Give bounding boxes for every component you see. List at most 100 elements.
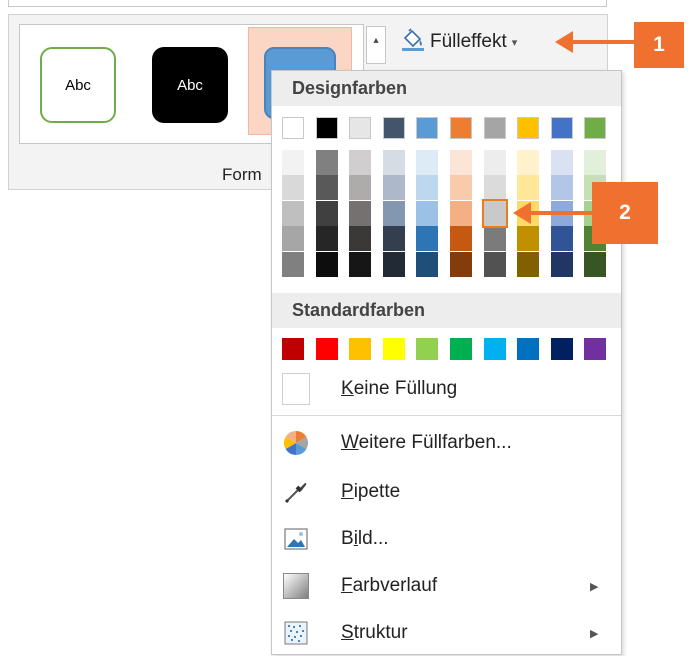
eyedropper-icon	[282, 478, 310, 506]
theme-color-swatch[interactable]	[315, 117, 338, 139]
fill-effect-label: Fülleffekt	[430, 31, 507, 52]
group-label: Form	[222, 165, 262, 184]
theme-shade-swatch[interactable]	[382, 150, 405, 175]
thumb-label: Abc	[65, 76, 91, 94]
theme-color-swatch[interactable]	[349, 117, 372, 139]
empty-square-icon	[282, 373, 310, 405]
theme-shade-swatch[interactable]	[517, 175, 540, 201]
theme-shade-swatch[interactable]	[315, 251, 338, 277]
eyedropper-label: Pipette	[341, 481, 401, 502]
theme-shade-swatch[interactable]	[416, 251, 439, 277]
chevron-down-icon: ▾	[511, 36, 518, 49]
gradient-square-icon	[282, 572, 310, 600]
theme-color-swatch[interactable]	[483, 117, 506, 139]
gradient-item[interactable]: Farbverlauf ▶	[272, 563, 621, 609]
theme-shade-swatch[interactable]	[517, 226, 540, 252]
theme-shade-swatch[interactable]	[450, 200, 472, 226]
standard-color-swatch[interactable]	[282, 338, 304, 360]
more-fill-colors-item[interactable]: Weitere Füllfarben...	[272, 420, 621, 466]
standard-color-swatch[interactable]	[450, 338, 472, 360]
theme-color-swatch[interactable]	[550, 117, 573, 139]
shape-style-thumb-outline-green[interactable]: Abc	[40, 47, 116, 123]
theme-shade-swatch[interactable]	[282, 200, 304, 226]
theme-shade-swatch[interactable]	[481, 198, 508, 228]
theme-shade-swatch[interactable]	[483, 251, 506, 277]
eyedropper-item[interactable]: Pipette	[272, 469, 621, 515]
picture-fill-item[interactable]: Bild...	[272, 516, 621, 562]
theme-shade-swatch[interactable]	[483, 226, 506, 252]
fill-effect-button[interactable]: Fülleffekt ▾	[400, 25, 517, 59]
theme-shade-swatch[interactable]	[483, 175, 506, 201]
more-fill-colors-label: Weitere Füllfarben...	[341, 432, 512, 453]
theme-shade-swatch[interactable]	[416, 226, 439, 252]
color-wheel-icon	[282, 429, 310, 457]
picture-icon	[282, 525, 310, 553]
no-fill-item[interactable]: Keine Füllung	[272, 366, 621, 412]
theme-shade-swatch[interactable]	[550, 251, 573, 277]
theme-shade-swatch[interactable]	[450, 150, 472, 175]
theme-shade-swatch[interactable]	[382, 175, 405, 201]
theme-shade-swatch[interactable]	[349, 200, 372, 226]
theme-shade-swatch[interactable]	[483, 150, 506, 175]
shape-style-thumb-black[interactable]: Abc	[152, 47, 228, 123]
standard-color-swatch[interactable]	[550, 338, 573, 360]
theme-shade-swatch[interactable]	[315, 175, 338, 201]
theme-color-swatch[interactable]	[382, 117, 405, 139]
design-colors-header: Designfarben	[272, 71, 621, 106]
texture-icon	[282, 619, 310, 647]
theme-shade-swatch[interactable]	[517, 150, 540, 175]
chevron-up-icon: ▴	[373, 35, 379, 46]
standard-colors-header: Standardfarben	[272, 293, 621, 328]
theme-shade-swatch[interactable]	[584, 251, 607, 277]
standard-color-swatch[interactable]	[584, 338, 607, 360]
theme-shade-swatch[interactable]	[315, 226, 338, 252]
standard-color-swatch[interactable]	[483, 338, 506, 360]
theme-shade-swatch[interactable]	[550, 226, 573, 252]
texture-item[interactable]: Struktur ▶	[272, 610, 621, 656]
theme-shade-swatch[interactable]	[349, 251, 372, 277]
theme-shade-swatch[interactable]	[382, 251, 405, 277]
theme-color-swatch[interactable]	[282, 117, 304, 139]
standard-color-swatch[interactable]	[382, 338, 405, 360]
theme-shade-swatch[interactable]	[315, 150, 338, 175]
theme-shade-swatch[interactable]	[517, 251, 540, 277]
no-fill-label: Keine Füllung	[341, 378, 458, 399]
callout-arrow-line	[570, 40, 634, 44]
theme-shade-swatch[interactable]	[282, 175, 304, 201]
standard-color-swatch[interactable]	[517, 338, 540, 360]
theme-shade-swatch[interactable]	[282, 251, 304, 277]
menu-separator	[272, 415, 621, 416]
thumb-label: Abc	[177, 76, 203, 94]
theme-color-swatch[interactable]	[416, 117, 439, 139]
standard-color-swatch[interactable]	[315, 338, 338, 360]
theme-color-swatch[interactable]	[584, 117, 607, 139]
theme-shade-swatch[interactable]	[382, 226, 405, 252]
gradient-label: Farbverlauf	[341, 575, 438, 596]
standard-color-swatch[interactable]	[416, 338, 439, 360]
theme-color-swatch[interactable]	[450, 117, 472, 139]
theme-shade-swatch[interactable]	[450, 175, 472, 201]
theme-shade-swatch[interactable]	[550, 175, 573, 201]
theme-shade-swatch[interactable]	[349, 175, 372, 201]
theme-shade-swatch[interactable]	[584, 150, 607, 175]
theme-color-swatch[interactable]	[517, 117, 540, 139]
theme-shade-swatch[interactable]	[282, 150, 304, 175]
theme-shade-swatch[interactable]	[349, 150, 372, 175]
theme-shade-swatch[interactable]	[416, 200, 439, 226]
theme-shade-swatch[interactable]	[282, 226, 304, 252]
theme-shade-swatch[interactable]	[450, 226, 472, 252]
submenu-arrow-icon: ▶	[590, 580, 599, 593]
theme-shade-swatch[interactable]	[382, 200, 405, 226]
theme-shade-swatch[interactable]	[550, 150, 573, 175]
theme-shade-swatch[interactable]	[450, 251, 472, 277]
standard-color-swatch[interactable]	[349, 338, 372, 360]
gallery-scroll-up-button[interactable]: ▴	[366, 26, 386, 64]
callout-badge-2: 2	[592, 182, 658, 244]
theme-shade-swatch[interactable]	[315, 200, 338, 226]
texture-label: Struktur	[341, 622, 408, 643]
theme-shade-swatch[interactable]	[416, 150, 439, 175]
theme-shade-swatch[interactable]	[349, 226, 372, 252]
picture-fill-label: Bild...	[341, 528, 389, 549]
callout-badge-1: 1	[634, 22, 684, 68]
theme-shade-swatch[interactable]	[416, 175, 439, 201]
